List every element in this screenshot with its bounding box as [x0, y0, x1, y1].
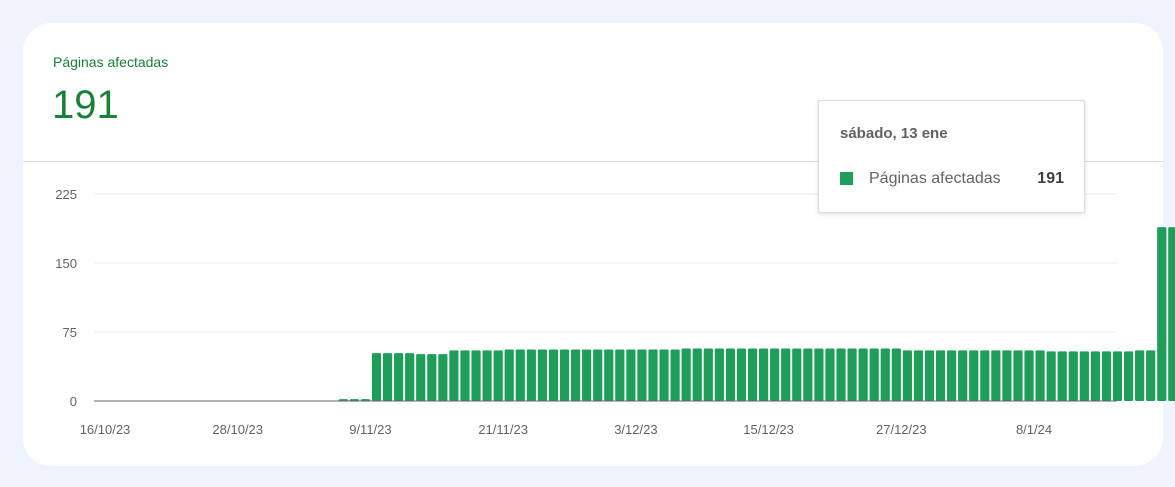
- bar[interactable]: [493, 350, 503, 401]
- bar[interactable]: [958, 350, 968, 401]
- bar[interactable]: [1079, 351, 1089, 401]
- bar[interactable]: [847, 348, 857, 401]
- bar[interactable]: [1057, 351, 1067, 401]
- bar[interactable]: [1135, 350, 1145, 401]
- bar[interactable]: [648, 349, 658, 401]
- bar[interactable]: [902, 350, 912, 401]
- bar[interactable]: [582, 349, 592, 401]
- bar[interactable]: [924, 350, 935, 401]
- bar[interactable]: [670, 349, 680, 401]
- bar-chart[interactable]: 0 75 150 225 16/10/23 28/10/23 9/11/23 21/11/23…: [0, 0, 1175, 487]
- bar[interactable]: [891, 348, 901, 401]
- bar[interactable]: [814, 348, 824, 401]
- bar[interactable]: [913, 350, 924, 401]
- bar[interactable]: [1090, 351, 1100, 401]
- bar[interactable]: [1068, 351, 1078, 401]
- bar[interactable]: [570, 349, 581, 401]
- chart-tooltip: sábado, 13 ene Páginas afectadas 191: [818, 100, 1085, 213]
- tooltip-value: 191: [1037, 170, 1064, 187]
- x-tick-label: 28/10/23: [212, 422, 263, 437]
- y-tick-label: 225: [55, 187, 77, 202]
- bar[interactable]: [991, 350, 1001, 401]
- bar[interactable]: [416, 354, 426, 401]
- bar[interactable]: [471, 350, 481, 401]
- bar[interactable]: [803, 348, 813, 401]
- bar[interactable]: [1101, 351, 1112, 401]
- bar[interactable]: [869, 348, 879, 401]
- bar[interactable]: [537, 349, 547, 401]
- y-tick-label: 75: [63, 325, 77, 340]
- bar[interactable]: [504, 349, 514, 401]
- x-tick-label: 3/12/23: [614, 422, 657, 437]
- bar[interactable]: [858, 348, 868, 401]
- tooltip-date: sábado, 13 ene: [840, 125, 948, 142]
- bar[interactable]: [559, 349, 570, 401]
- x-tick-label: 9/11/23: [349, 422, 391, 437]
- bar[interactable]: [980, 350, 990, 401]
- bar[interactable]: [947, 350, 957, 401]
- bar[interactable]: [1112, 351, 1123, 401]
- bar[interactable]: [969, 350, 979, 401]
- bar[interactable]: [1002, 350, 1012, 401]
- bar[interactable]: [725, 348, 736, 401]
- bar[interactable]: [681, 348, 691, 401]
- x-tick-label: 21/11/23: [478, 422, 528, 437]
- bar[interactable]: [703, 348, 713, 401]
- bar[interactable]: [1035, 350, 1045, 401]
- bar[interactable]: [770, 348, 780, 401]
- bar[interactable]: [382, 353, 393, 401]
- bar[interactable]: [637, 349, 647, 401]
- bar[interactable]: [836, 348, 846, 401]
- bar[interactable]: [792, 348, 802, 401]
- bar[interactable]: [482, 350, 492, 401]
- bar[interactable]: [781, 348, 791, 401]
- bar[interactable]: [1168, 227, 1175, 401]
- bar[interactable]: [427, 354, 437, 401]
- bar[interactable]: [394, 353, 404, 401]
- bar[interactable]: [626, 349, 636, 401]
- bar[interactable]: [1146, 350, 1156, 401]
- bar[interactable]: [460, 350, 470, 401]
- bar[interactable]: [692, 348, 702, 401]
- bar[interactable]: [659, 349, 669, 401]
- x-tick-label: 16/10/23: [80, 422, 131, 437]
- bar[interactable]: [759, 348, 769, 401]
- bar[interactable]: [1024, 350, 1034, 401]
- bar[interactable]: [515, 349, 525, 401]
- bar[interactable]: [405, 353, 415, 401]
- bar[interactable]: [714, 348, 724, 401]
- bar[interactable]: [593, 349, 603, 401]
- x-tick-label: 27/12/23: [876, 422, 927, 437]
- bar[interactable]: [371, 353, 382, 401]
- bar[interactable]: [736, 348, 747, 401]
- bar[interactable]: [1013, 350, 1023, 401]
- x-tick-label: 8/1/24: [1016, 422, 1052, 437]
- bar[interactable]: [548, 349, 559, 401]
- bar[interactable]: [935, 350, 946, 401]
- bar[interactable]: [825, 348, 835, 401]
- y-tick-label: 150: [55, 256, 77, 271]
- bar[interactable]: [604, 349, 614, 401]
- bar[interactable]: [1123, 351, 1134, 401]
- bar[interactable]: [880, 348, 890, 401]
- x-tick-label: 15/12/23: [743, 422, 794, 437]
- y-tick-label: 0: [70, 394, 77, 409]
- bar[interactable]: [747, 348, 758, 401]
- bar[interactable]: [526, 349, 536, 401]
- bar[interactable]: [615, 349, 625, 401]
- bar[interactable]: [449, 350, 459, 401]
- bar[interactable]: [438, 354, 448, 401]
- bar[interactable]: [1046, 351, 1056, 401]
- tooltip-legend-swatch: [840, 172, 853, 185]
- bar[interactable]: [1157, 227, 1167, 401]
- tooltip-series-label: Páginas afectadas: [869, 170, 1001, 187]
